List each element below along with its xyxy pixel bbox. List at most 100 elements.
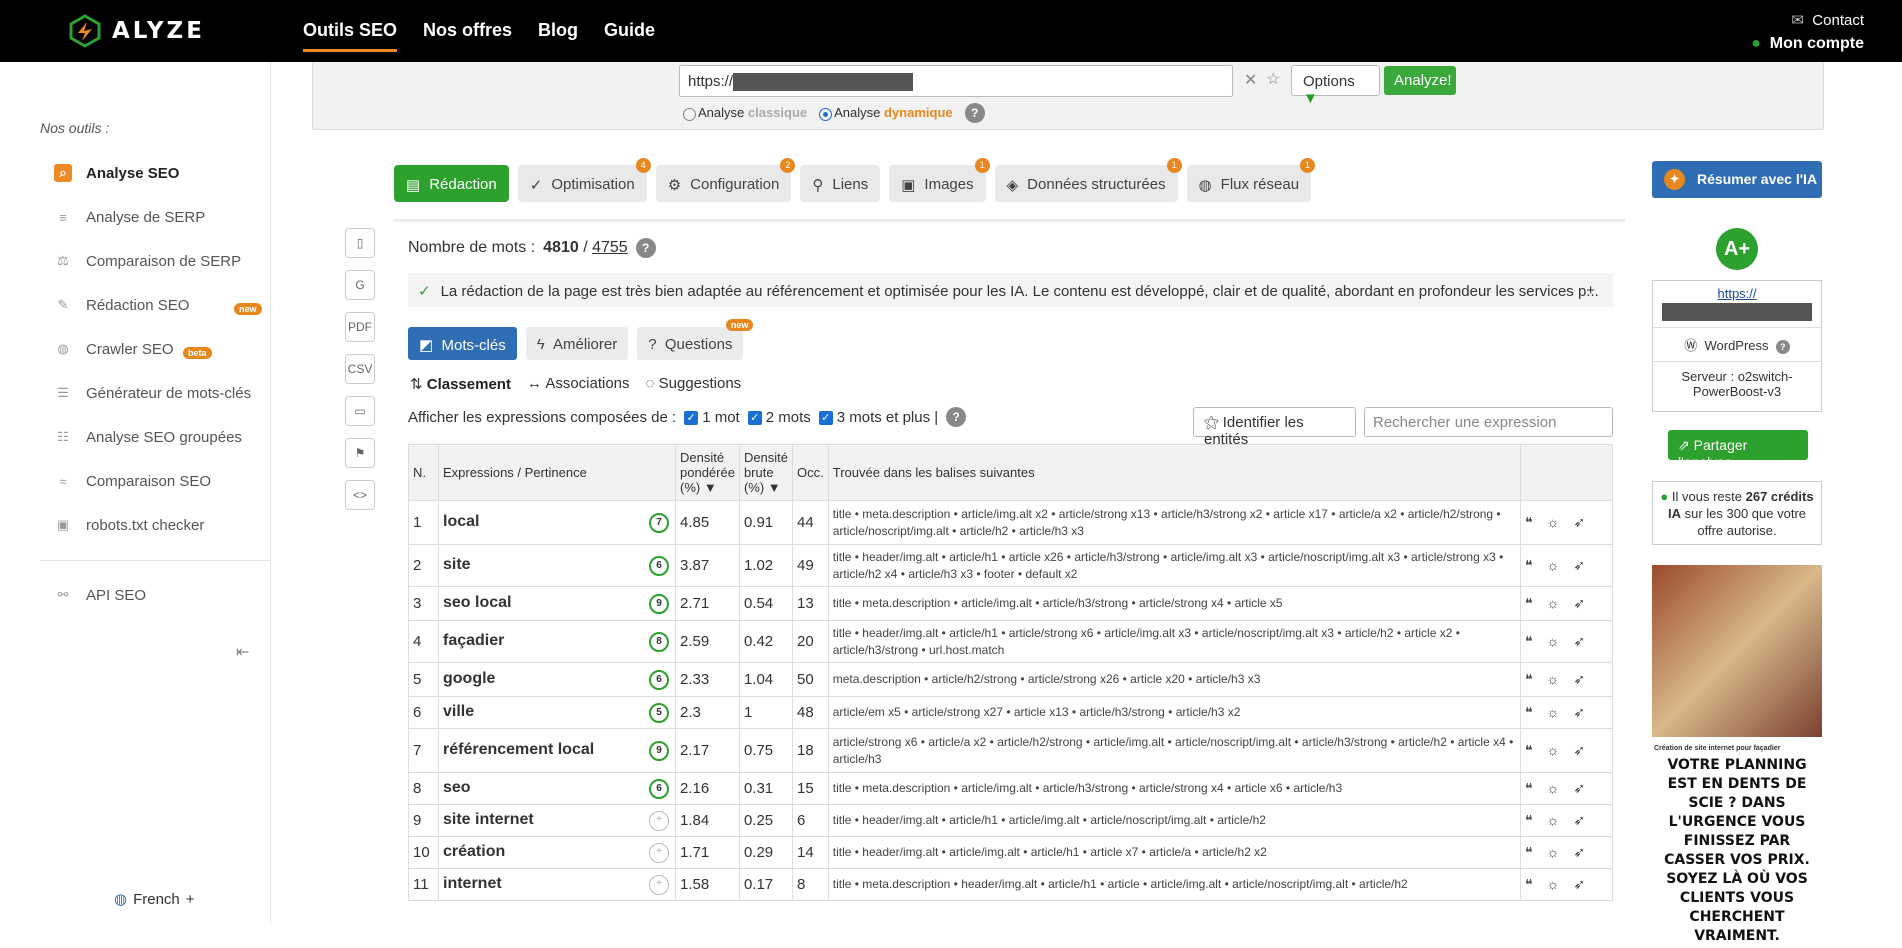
nav-blog[interactable]: Blog <box>538 0 578 62</box>
csv-icon[interactable]: CSV <box>345 354 375 384</box>
bulb-icon[interactable]: ☼ <box>1547 671 1574 687</box>
rocket-icon[interactable]: ➶ <box>1573 876 1599 892</box>
quote-icon[interactable]: ❝ <box>1525 812 1547 828</box>
col-densite-brute[interactable]: Densité brute (%) ▼ <box>738 444 794 501</box>
ai-summary-button[interactable]: ✦ Résumer avec l'IA <box>1652 161 1822 198</box>
bulb-icon[interactable]: ☼ <box>1547 742 1574 758</box>
filter-3-mots[interactable]: ✓ 3 mots et plus | <box>818 409 938 426</box>
col-occ[interactable]: Occ. <box>792 444 829 501</box>
radio-classique[interactable]: Analyse classique <box>683 105 807 121</box>
keyword-cell[interactable]: seo 6 <box>438 772 676 805</box>
table-row[interactable]: 9 site internet +1.84 0.25 6 title • header/i… <box>408 804 1613 837</box>
sidebar-item-compare-serp[interactable]: ⚖ Comparaison de SERP <box>54 252 241 270</box>
keyword-cell[interactable]: référencement local 9 <box>438 728 676 773</box>
bulb-icon[interactable]: ☼ <box>1547 812 1574 828</box>
nav-guide[interactable]: Guide <box>604 0 655 62</box>
options-button[interactable]: Options ▼ <box>1291 65 1380 107</box>
sidebar-item-redaction[interactable]: ✎ Rédaction SEO <box>54 296 190 314</box>
url-input[interactable]: https:// <box>679 65 1233 97</box>
view-classement[interactable]: ⇅ Classement <box>410 375 511 393</box>
pdf-icon[interactable]: PDF <box>345 312 375 342</box>
subtab-ameliorer[interactable]: ϟ Améliorer <box>525 327 629 360</box>
expression-search-input[interactable]: Rechercher une expression <box>1364 407 1613 437</box>
rocket-icon[interactable]: ➶ <box>1573 633 1599 649</box>
quote-icon[interactable]: ❝ <box>1525 844 1547 860</box>
keyword-cell[interactable]: local 7 <box>438 500 676 545</box>
radio-classique-circle[interactable] <box>683 107 696 121</box>
subtab-mots-cles[interactable]: ◩ Mots-clés <box>408 327 517 360</box>
tab-configuration[interactable]: ⚙ Configuration 2 <box>655 158 796 202</box>
quote-icon[interactable]: ❝ <box>1525 780 1547 796</box>
nav-outils-seo[interactable]: Outils SEO <box>303 0 398 52</box>
bulb-icon[interactable]: ☼ <box>1547 704 1574 720</box>
help-icon[interactable]: ? <box>1775 340 1790 354</box>
help-icon[interactable]: ? <box>964 103 985 123</box>
save-icon[interactable]: ▭ <box>345 396 375 426</box>
sidebar-item-serp[interactable]: ≡ Analyse de SERP <box>54 208 205 226</box>
quote-icon[interactable]: ❝ <box>1525 876 1547 892</box>
tab-optimisation[interactable]: ✓ Optimisation 4 <box>517 158 651 202</box>
sidebar-item-robots[interactable]: ▣ robots.txt checker <box>54 516 205 534</box>
quote-icon[interactable]: ❝ <box>1525 704 1547 720</box>
quote-icon[interactable]: ❝ <box>1525 671 1547 687</box>
keyword-cell[interactable]: création + <box>438 836 676 869</box>
sidebar-item-analyse-seo[interactable]: ⌕ Analyse SEO <box>54 164 179 182</box>
collapse-sidebar-icon[interactable]: ⇤ <box>236 642 249 662</box>
sidebar-item-grouped[interactable]: ☷ Analyse SEO groupées <box>54 428 242 446</box>
col-densite-ponderee[interactable]: Densité pondérée (%) ▼ <box>675 444 740 501</box>
keyword-cell[interactable]: façadier 8 <box>438 620 676 663</box>
quote-icon[interactable]: ❝ <box>1525 557 1547 573</box>
expand-icon[interactable]: + <box>1586 282 1595 299</box>
checkbox-checked-icon[interactable]: ✓ <box>684 410 699 425</box>
table-row[interactable]: 5 google 6 2.33 1.04 50 meta.description • art… <box>408 662 1613 697</box>
keyword-cell[interactable]: ville 5 <box>438 696 676 729</box>
analyze-button[interactable]: Analyze! <box>1384 66 1456 95</box>
identify-entities-button[interactable]: ⚝ Identifier les entités <box>1193 407 1356 448</box>
rocket-icon[interactable]: ➶ <box>1573 844 1599 860</box>
keyword-cell[interactable]: site internet + <box>438 804 676 837</box>
view-associations[interactable]: ↔ Associations <box>527 375 630 393</box>
view-suggestions[interactable]: ◌ Suggestions <box>646 375 742 393</box>
bulb-icon[interactable]: ☼ <box>1547 844 1574 860</box>
logo[interactable]: ALYZE <box>68 14 205 48</box>
contact-link[interactable]: ✉ Contact <box>1751 11 1864 35</box>
table-row[interactable]: 3 seo local 9 2.71 0.54 13 title • meta.descri… <box>408 586 1613 621</box>
clear-tool-icon[interactable]: ▯ <box>345 228 375 258</box>
sidebar-item-compare-seo[interactable]: ≈ Comparaison SEO <box>54 472 211 490</box>
radio-dynamique[interactable]: Analyse dynamique <box>819 105 953 121</box>
rocket-icon[interactable]: ➶ <box>1573 595 1599 611</box>
help-icon[interactable]: ? <box>635 238 656 258</box>
bulb-icon[interactable]: ☼ <box>1547 876 1574 892</box>
rocket-icon[interactable]: ➶ <box>1573 514 1599 530</box>
help-icon[interactable]: ? <box>946 407 967 427</box>
keyword-cell[interactable]: seo local 9 <box>438 586 676 621</box>
sidebar-item-crawler[interactable]: ◍ Crawler SEO <box>54 340 173 358</box>
filter-2-mots[interactable]: ✓ 2 mots <box>747 409 811 426</box>
bulb-icon[interactable]: ☼ <box>1547 633 1574 649</box>
quote-icon[interactable]: ❝ <box>1525 742 1547 758</box>
language-selector[interactable]: ◍ French + <box>114 890 195 909</box>
google-icon[interactable]: G <box>345 270 375 300</box>
keyword-cell[interactable]: site 6 <box>438 544 676 587</box>
table-row[interactable]: 8 seo 6 2.16 0.31 15 title • meta.description … <box>408 772 1613 805</box>
clear-icon[interactable]: ✕ <box>1244 70 1257 90</box>
rocket-icon[interactable]: ➶ <box>1573 704 1599 720</box>
bookmark-icon[interactable]: ⚑ <box>345 438 375 468</box>
checkbox-checked-icon[interactable]: ✓ <box>747 410 762 425</box>
table-row[interactable]: 2 site 6 3.87 1.02 49 title • header/img.alt •… <box>408 544 1613 587</box>
table-row[interactable]: 6 ville 5 2.3 1 48 article/em x5 • article/str… <box>408 696 1613 729</box>
table-row[interactable]: 11 internet +1.58 0.17 8 title • meta.descrip… <box>408 868 1613 901</box>
quote-icon[interactable]: ❝ <box>1525 633 1547 649</box>
checkbox-checked-icon[interactable]: ✓ <box>818 410 833 425</box>
radio-dynamique-circle[interactable] <box>819 107 833 121</box>
bulb-icon[interactable]: ☼ <box>1547 557 1574 573</box>
tab-redaction[interactable]: ▤ Rédaction <box>394 165 509 202</box>
quote-icon[interactable]: ❝ <box>1525 514 1547 530</box>
table-row[interactable]: 10 création +1.71 0.29 14 title • header/img.… <box>408 836 1613 869</box>
rocket-icon[interactable]: ➶ <box>1573 671 1599 687</box>
sidebar-item-api[interactable]: ⚯ API SEO <box>54 586 146 604</box>
star-icon[interactable]: ☆ <box>1266 69 1280 89</box>
bulb-icon[interactable]: ☼ <box>1547 780 1574 796</box>
quote-icon[interactable]: ❝ <box>1525 595 1547 611</box>
tab-images[interactable]: ▣ Images 1 <box>889 158 990 202</box>
